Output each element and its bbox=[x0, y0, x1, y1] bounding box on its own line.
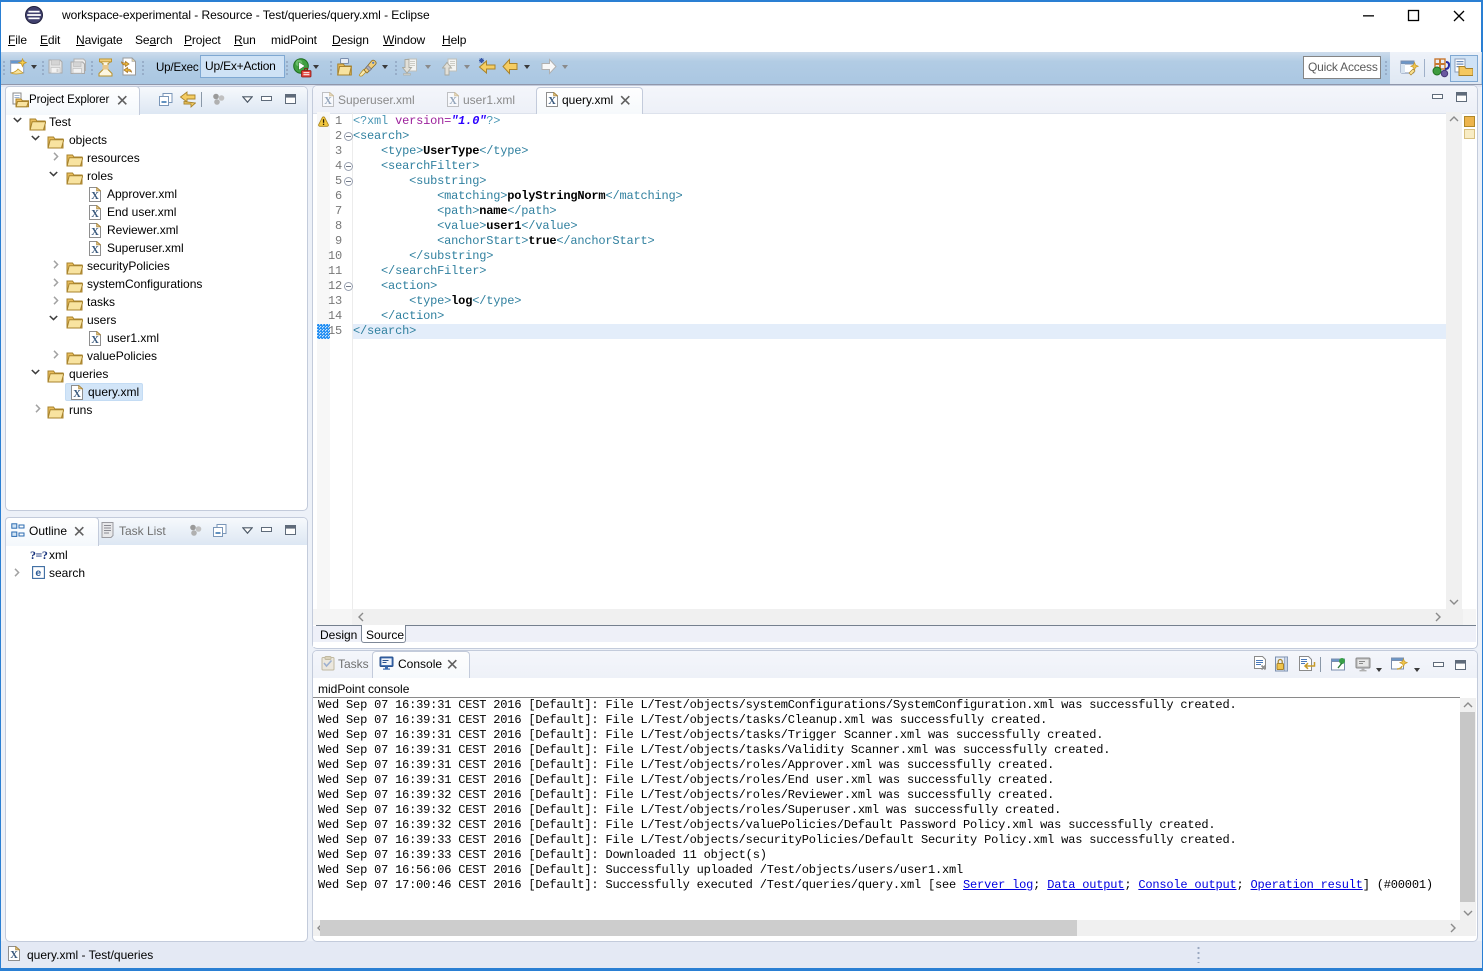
svg-text:e: e bbox=[35, 567, 41, 579]
